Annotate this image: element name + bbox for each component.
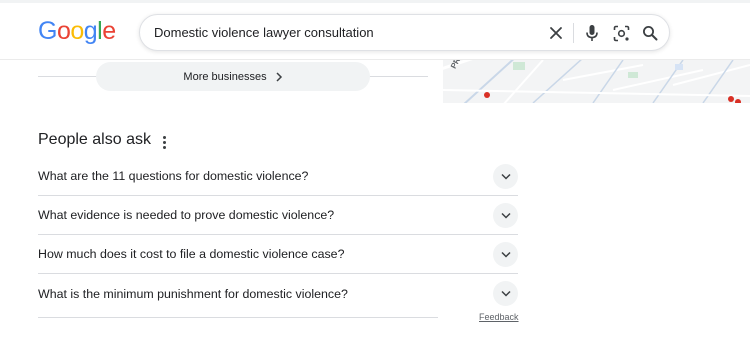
close-icon[interactable] [545, 22, 567, 44]
feedback-link[interactable]: Feedback [479, 312, 519, 322]
paa-list: What are the 11 questions for domestic v… [38, 157, 518, 313]
logo-letter: G [38, 17, 57, 45]
map-pin-icon [728, 96, 734, 102]
chevron-down-icon[interactable] [493, 281, 518, 306]
chevron-down-icon[interactable] [493, 242, 518, 267]
search-box[interactable]: Domestic violence lawyer consultation [139, 14, 670, 51]
paa-question[interactable]: What are the 11 questions for domestic v… [38, 157, 518, 196]
paa-question-text: How much does it cost to file a domestic… [38, 247, 345, 261]
paa-title: People also ask [38, 131, 151, 148]
google-logo[interactable]: Google [38, 17, 116, 46]
paa-question[interactable]: How much does it cost to file a domestic… [38, 235, 518, 274]
top-line [0, 0, 750, 3]
logo-letter: g [83, 17, 98, 45]
chevron-down-icon[interactable] [493, 164, 518, 189]
chevron-down-icon[interactable] [493, 203, 518, 228]
paa-question-text: What evidence is needed to prove domesti… [38, 208, 335, 222]
more-businesses-label: More businesses [183, 70, 267, 83]
paa-bottom-divider [38, 317, 438, 318]
logo-letter: e [102, 17, 116, 45]
more-businesses-rule [38, 76, 98, 77]
map-pin-icon [484, 92, 490, 98]
more-options-icon[interactable] [158, 134, 170, 150]
search-input[interactable]: Domestic violence lawyer consultation [154, 25, 374, 40]
paa-question[interactable]: What evidence is needed to prove domesti… [38, 196, 518, 235]
search-divider [573, 23, 574, 43]
microphone-icon[interactable] [581, 22, 603, 44]
more-businesses-rule [368, 76, 428, 77]
logo-letter: o [56, 17, 71, 45]
chevron-right-icon [276, 71, 282, 82]
logo-letter: o [70, 17, 84, 45]
paa-question[interactable]: What is the minimum punishment for domes… [38, 274, 518, 313]
paa-question-text: What is the minimum punishment for domes… [38, 286, 348, 301]
header: Google Domestic violence lawyer consulta… [0, 0, 750, 60]
paa-question-text: What are the 11 questions for domestic v… [38, 169, 309, 183]
more-businesses-button[interactable]: More businesses [96, 62, 370, 91]
map-thumbnail[interactable]: PRADESH [443, 60, 750, 103]
search-icon[interactable] [639, 22, 661, 44]
lens-icon[interactable] [610, 22, 632, 44]
